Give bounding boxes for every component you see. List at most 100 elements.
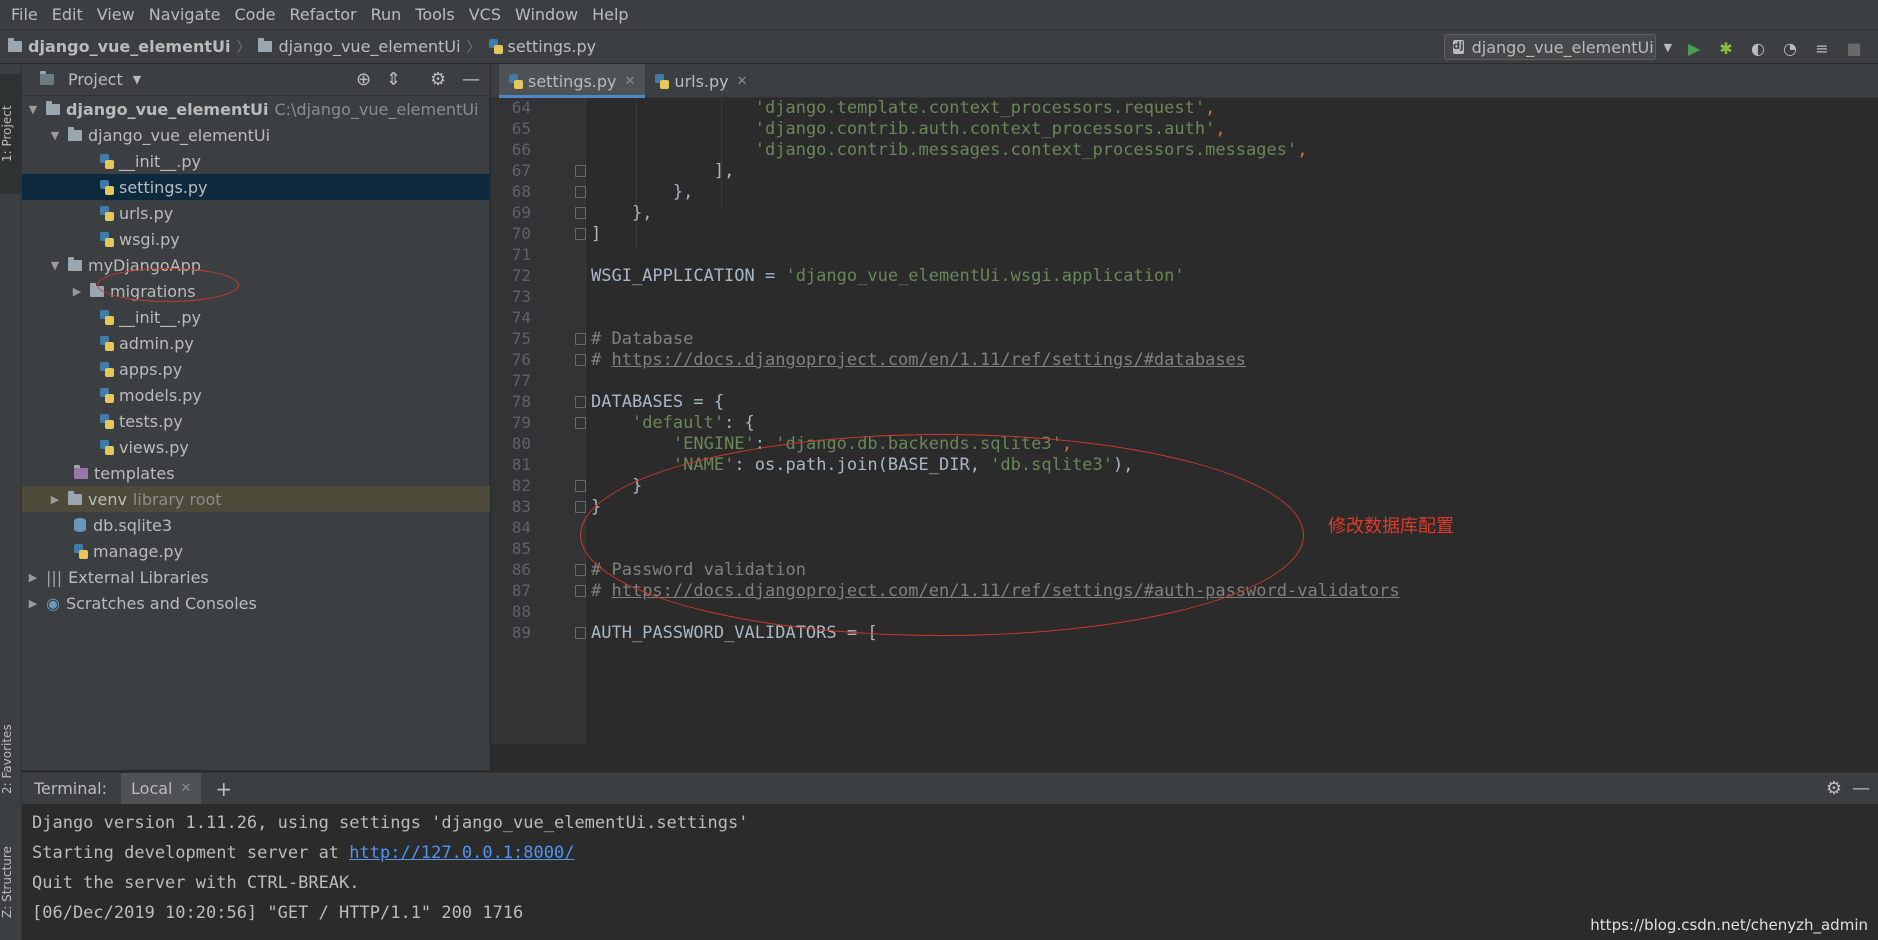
tree-item-file[interactable]: models.py (22, 382, 490, 408)
fold-marker-icon[interactable] (575, 501, 586, 513)
collapse-arrow-icon[interactable]: ▶ (26, 597, 40, 610)
tree-item-venv[interactable]: ▶ venv library root (22, 486, 490, 512)
fold-marker-icon[interactable] (575, 354, 586, 366)
menu-refactor[interactable]: Refactor (282, 5, 363, 24)
menu-navigate[interactable]: Navigate (142, 5, 228, 24)
menu-edit[interactable]: Edit (45, 5, 90, 24)
menu-window[interactable]: Window (508, 5, 585, 24)
collapse-arrow-icon[interactable]: ▶ (70, 285, 84, 298)
tab-settings-py[interactable]: settings.py ✕ (499, 64, 646, 98)
menu-view[interactable]: View (90, 5, 142, 24)
breadcrumb-file[interactable]: settings.py (481, 37, 596, 56)
fold-marker-icon[interactable] (575, 228, 586, 240)
tree-item-external-libraries[interactable]: ▶ ||| External Libraries (22, 564, 490, 590)
tree-item-folder[interactable]: templates (22, 460, 490, 486)
tree-item-file[interactable]: manage.py (22, 538, 490, 564)
project-panel-header: Project ▼ ⊕ ⇕ ⚙ — (22, 64, 490, 96)
locate-file-icon[interactable]: ⊕ (356, 69, 371, 90)
breadcrumb-package[interactable]: django_vue_elementUi 〉 (250, 37, 481, 57)
line-number: 89 (511, 623, 531, 642)
project-panel-title[interactable]: Project (68, 70, 123, 89)
python-file-icon (100, 387, 114, 403)
menu-help[interactable]: Help (585, 5, 635, 24)
menu-file[interactable]: File (4, 5, 45, 24)
folder-icon (68, 490, 82, 505)
close-icon[interactable]: ✕ (737, 74, 748, 89)
close-icon[interactable]: ✕ (625, 74, 636, 89)
fold-marker-icon[interactable] (575, 627, 586, 639)
tool-tab-project[interactable]: 1: Project (0, 74, 22, 194)
fold-marker-icon[interactable] (575, 396, 586, 408)
tree-item-file[interactable]: wsgi.py (22, 226, 490, 252)
collapse-arrow-icon[interactable]: ▶ (48, 493, 62, 506)
tree-item-file[interactable]: urls.py (22, 200, 490, 226)
fold-marker-icon[interactable] (575, 186, 586, 198)
line-number: 76 (511, 350, 531, 369)
tree-root[interactable]: ▼ django_vue_elementUi C:\django_vue_ele… (22, 96, 490, 122)
tab-label: settings.py (528, 71, 617, 91)
new-terminal-icon[interactable]: + (215, 777, 232, 801)
package-folder-icon (68, 256, 82, 271)
tree-item-label: venv (88, 489, 127, 509)
tree-item-file[interactable]: tests.py (22, 408, 490, 434)
tree-item-package[interactable]: ▶ migrations (22, 278, 490, 304)
tree-item-file[interactable]: admin.py (22, 330, 490, 356)
run-configuration-select[interactable]: dj django_vue_elementUi ▼ (1444, 34, 1672, 60)
fold-marker-icon[interactable] (575, 165, 586, 177)
tree-item-package[interactable]: ▼ myDjangoApp (22, 252, 490, 278)
tree-item-file[interactable]: db.sqlite3 (22, 512, 490, 538)
gear-icon[interactable]: ⚙ (430, 69, 446, 90)
stop-icon[interactable]: ■ (1844, 38, 1864, 58)
menu-bar: File Edit View Navigate Code Refactor Ru… (0, 0, 1878, 30)
fold-marker-icon[interactable] (575, 480, 586, 492)
tree-item-scratches[interactable]: ▶ ◉ Scratches and Consoles (22, 590, 490, 616)
run-icon[interactable]: ▶ (1684, 38, 1704, 58)
expand-arrow-icon[interactable]: ▼ (48, 129, 62, 142)
tree-item-file-selected[interactable]: settings.py (22, 174, 490, 200)
tab-urls-py[interactable]: urls.py ✕ (645, 64, 757, 98)
tree-item-label: django_vue_elementUi (88, 125, 271, 145)
expand-arrow-icon[interactable]: ▼ (48, 259, 62, 272)
chevron-down-icon[interactable]: ▼ (133, 73, 141, 86)
menu-code[interactable]: Code (228, 5, 283, 24)
menu-vcs[interactable]: VCS (462, 5, 508, 24)
breadcrumb-label: django_vue_elementUi (28, 37, 231, 56)
server-url-link[interactable]: http://127.0.0.1:8000/ (349, 843, 574, 863)
hide-panel-icon[interactable]: — (462, 69, 480, 90)
line-number: 64 (511, 98, 531, 117)
code-line-70: ] (591, 224, 602, 244)
menu-tools[interactable]: Tools (408, 5, 461, 24)
collapse-all-icon[interactable]: ⇕ (386, 69, 401, 90)
line-number: 67 (511, 161, 531, 180)
debug-icon[interactable]: ✱ (1716, 38, 1736, 58)
tool-tab-structure[interactable]: Z: Structure (0, 832, 22, 932)
coverage-icon[interactable]: ◐ (1748, 38, 1768, 58)
tree-item-file[interactable]: views.py (22, 434, 490, 460)
tool-tab-favorites[interactable]: 2: Favorites (0, 704, 22, 814)
fold-marker-icon[interactable] (575, 333, 586, 345)
hide-panel-icon[interactable]: — (1852, 778, 1870, 799)
menu-run[interactable]: Run (364, 5, 409, 24)
fold-marker-icon[interactable] (575, 585, 586, 597)
python-file-icon (100, 335, 114, 351)
tree-item-file[interactable]: apps.py (22, 356, 490, 382)
docs-link[interactable]: https://docs.djangoproject.com/en/1.11/r… (611, 350, 1246, 370)
terminal-tab-local[interactable]: Local ✕ (121, 772, 202, 805)
tree-item-file[interactable]: __init__.py (22, 148, 490, 174)
terminal-output[interactable]: Django version 1.11.26, using settings '… (22, 804, 1878, 940)
terminal-tab-label: Local (131, 779, 173, 798)
fold-marker-icon[interactable] (575, 207, 586, 219)
collapse-arrow-icon[interactable]: ▶ (26, 571, 40, 584)
code-line-67: ], (713, 161, 735, 181)
fold-marker-icon[interactable] (575, 564, 586, 576)
profile-icon[interactable]: ◔ (1780, 38, 1800, 58)
breadcrumb-root[interactable]: django_vue_elementUi 〉 (0, 37, 250, 57)
concurrency-icon[interactable]: ≡ (1812, 38, 1832, 58)
expand-arrow-icon[interactable]: ▼ (26, 103, 40, 116)
close-icon[interactable]: ✕ (180, 781, 191, 796)
fold-marker-icon[interactable] (575, 417, 586, 429)
tree-item-package[interactable]: ▼ django_vue_elementUi (22, 122, 490, 148)
code-editor[interactable]: 64 65 66 67 68 69 70 71 72 73 74 75 76 7… (491, 98, 1878, 744)
gear-icon[interactable]: ⚙ (1826, 778, 1842, 799)
tree-item-file[interactable]: __init__.py (22, 304, 490, 330)
